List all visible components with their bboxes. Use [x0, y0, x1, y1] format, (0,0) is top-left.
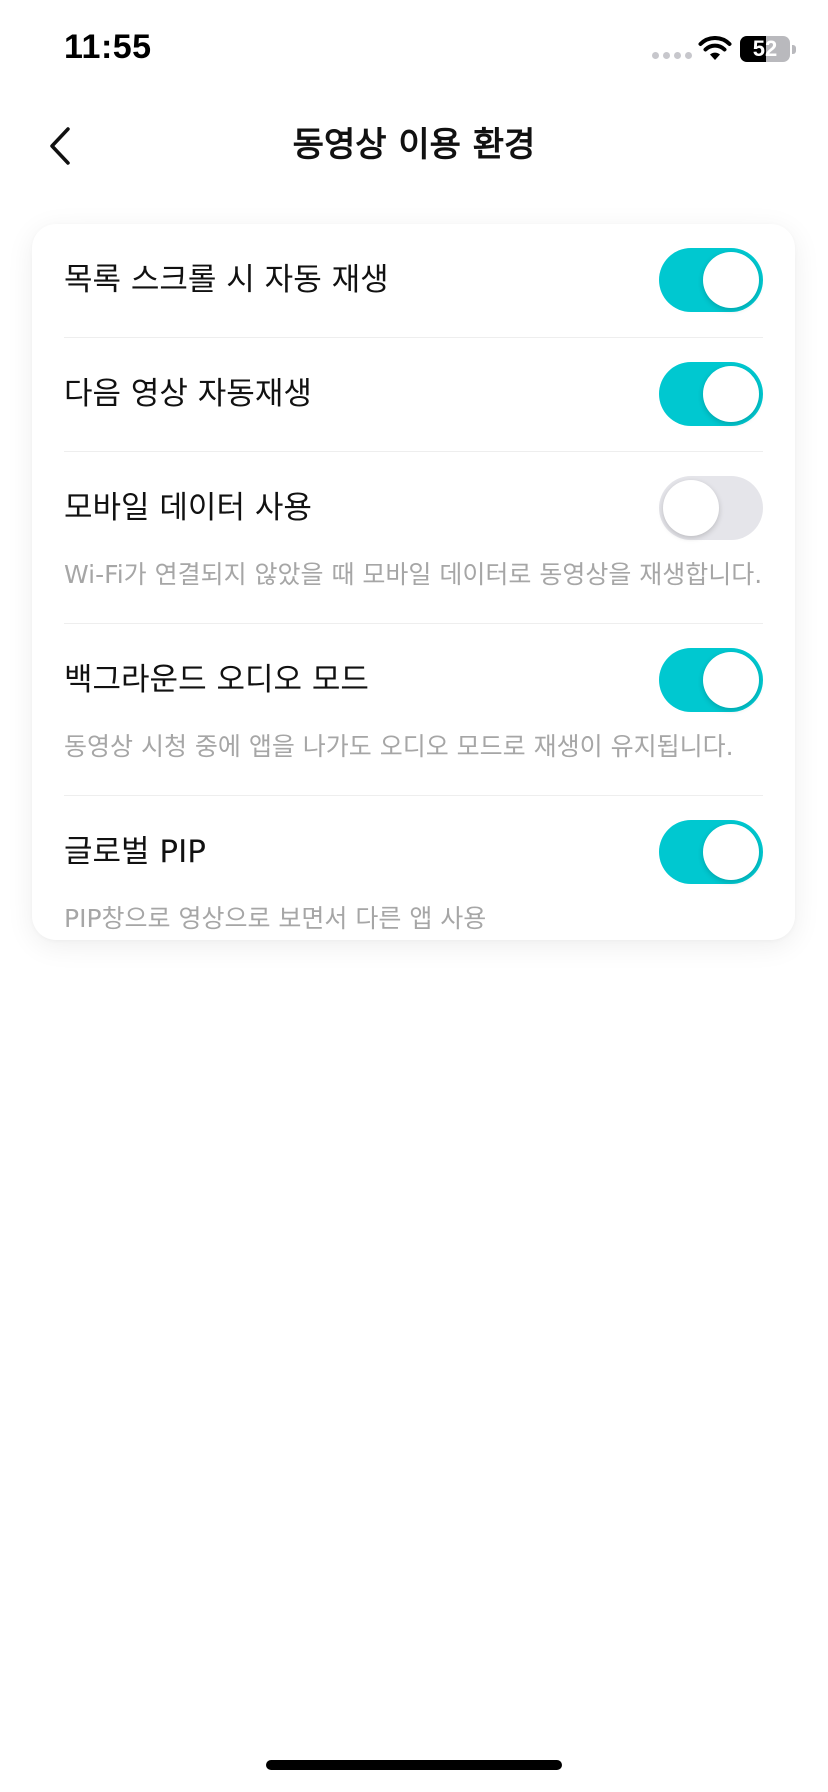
setting-label: 백그라운드 오디오 모드 [64, 662, 369, 698]
screen: 11:55 52 동영상 이용 환경 목록 스크롤 시 자동 재생 다음 영상 … [0, 0, 828, 1792]
status-bar: 11:55 52 [0, 0, 828, 100]
setting-description: PIP창으로 영상으로 보면서 다른 앱 사용 [64, 904, 487, 933]
setting-description: Wi-Fi가 연결되지 않았을 때 모바일 데이터로 동영상을 재생합니다. [64, 560, 763, 589]
mobile-data-toggle[interactable] [659, 476, 763, 540]
nav-bar: 동영상 이용 환경 [0, 100, 828, 190]
setting-label: 목록 스크롤 시 자동 재생 [64, 262, 389, 298]
battery-cap [792, 45, 796, 54]
page-title: 동영상 이용 환경 [292, 125, 536, 165]
status-time: 11:55 [64, 28, 152, 66]
setting-label: 모바일 데이터 사용 [64, 490, 312, 526]
setting-label: 글로벌 PIP [64, 834, 206, 870]
toggle-knob [703, 652, 759, 708]
toggle-knob [703, 252, 759, 308]
setting-row-global-pip: 글로벌 PIP PIP창으로 영상으로 보면서 다른 앱 사용 [64, 796, 763, 967]
wifi-icon [698, 36, 732, 60]
autoplay-scroll-toggle[interactable] [659, 248, 763, 312]
background-audio-toggle[interactable] [659, 648, 763, 712]
next-video-autoplay-toggle[interactable] [659, 362, 763, 426]
settings-card: 목록 스크롤 시 자동 재생 다음 영상 자동재생 모바일 데이터 사용 Wi-… [32, 224, 795, 940]
toggle-knob [703, 366, 759, 422]
cellular-signal-icon [652, 52, 692, 59]
home-indicator[interactable] [266, 1760, 562, 1770]
setting-description: 동영상 시청 중에 앱을 나가도 오디오 모드로 재생이 유지됩니다. [64, 732, 734, 761]
setting-row-autoplay-scroll: 목록 스크롤 시 자동 재생 [64, 224, 763, 338]
setting-row-background-audio: 백그라운드 오디오 모드 동영상 시청 중에 앱을 나가도 오디오 모드로 재생… [64, 624, 763, 796]
toggle-knob [663, 480, 719, 536]
battery-icon: 52 [740, 36, 790, 62]
setting-row-mobile-data: 모바일 데이터 사용 Wi-Fi가 연결되지 않았을 때 모바일 데이터로 동영… [64, 452, 763, 624]
setting-label: 다음 영상 자동재생 [64, 376, 312, 412]
setting-row-next-video-autoplay: 다음 영상 자동재생 [64, 338, 763, 452]
battery-level: 52 [752, 36, 778, 61]
toggle-knob [703, 824, 759, 880]
global-pip-toggle[interactable] [659, 820, 763, 884]
